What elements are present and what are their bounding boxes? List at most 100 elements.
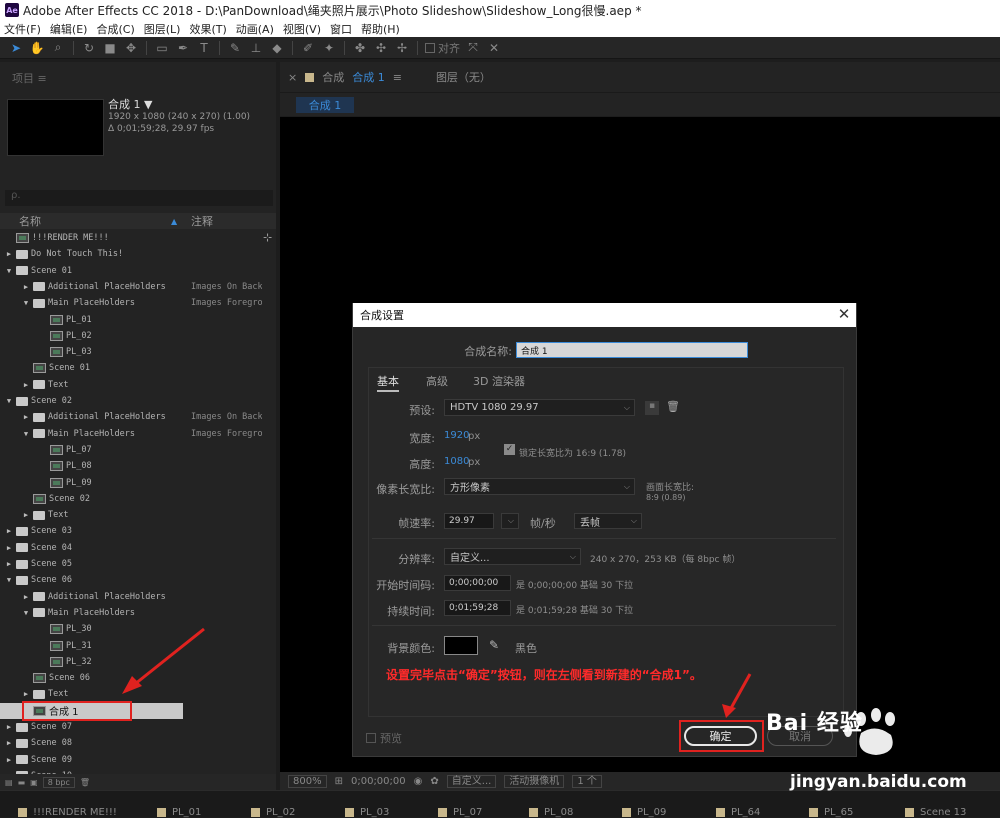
comp-row[interactable]: PL_01: [0, 312, 262, 328]
expand-down-icon[interactable]: ▼: [5, 397, 13, 405]
views-dropdown[interactable]: 1 个: [572, 774, 602, 788]
zoom-dropdown[interactable]: 800%: [288, 774, 327, 788]
snap-toggle[interactable]: 对齐: [425, 40, 460, 56]
timeline-tab[interactable]: !!!RENDER ME!!!: [18, 807, 117, 818]
timeline-tab[interactable]: PL_02: [251, 807, 295, 818]
expand-right-icon[interactable]: ▶: [5, 250, 13, 258]
timeline-tab[interactable]: PL_64: [716, 807, 760, 818]
expand-down-icon[interactable]: ▼: [22, 299, 30, 307]
snapshot-icon[interactable]: ◉: [414, 776, 423, 787]
folder-row[interactable]: ▶ Scene 08: [0, 735, 262, 751]
comp-row[interactable]: !!!RENDER ME!!!: [0, 230, 262, 246]
folder-row[interactable]: ▼ Main PlaceHolders: [0, 605, 262, 621]
panel-menu-icon[interactable]: ≡: [393, 71, 402, 84]
brush-tool-icon[interactable]: ✎: [227, 40, 243, 56]
new-folder-icon[interactable]: ▬: [18, 778, 26, 787]
anchor-tool-icon[interactable]: ✥: [123, 40, 139, 56]
panel-menu-icon[interactable]: ≡: [38, 72, 47, 85]
tab-3d-renderer[interactable]: 3D 渲染器: [473, 373, 525, 389]
menu-item-8[interactable]: 帮助(H): [361, 21, 400, 37]
menu-item-3[interactable]: 图层(L): [144, 21, 181, 37]
resolution-dropdown[interactable]: 自定义... ⌵: [444, 548, 581, 565]
close-icon[interactable]: ✕: [836, 305, 852, 323]
preset-dropdown[interactable]: HDTV 1080 29.97 ⌵: [444, 399, 635, 416]
expand-right-icon[interactable]: ▶: [5, 527, 13, 535]
folder-row[interactable]: ▶ Text: [0, 507, 262, 523]
folder-row[interactable]: ▼ Main PlaceHolders Images Foregrou: [0, 426, 262, 442]
folder-row[interactable]: ▶ Text: [0, 377, 262, 393]
eraser-tool-icon[interactable]: ◆: [269, 40, 285, 56]
comp-row[interactable]: PL_02: [0, 328, 262, 344]
axis-local-icon[interactable]: ✤: [352, 40, 368, 56]
column-name[interactable]: 名称: [19, 213, 171, 229]
expand-right-icon[interactable]: ▶: [22, 511, 30, 519]
comp-row[interactable]: Scene 02: [0, 491, 262, 507]
preview-checkbox[interactable]: [366, 733, 376, 743]
sort-asc-icon[interactable]: ▲: [171, 217, 189, 226]
folder-row[interactable]: ▶ Scene 03: [0, 523, 262, 539]
expand-right-icon[interactable]: ▶: [5, 544, 13, 552]
fps-dropdown[interactable]: ⌵: [501, 513, 519, 529]
folder-row[interactable]: ▶ Scene 07: [0, 719, 262, 735]
expand-right-icon[interactable]: ▶: [5, 756, 13, 764]
start-timecode-input[interactable]: 0;00;00;00: [444, 575, 511, 591]
fit-icon[interactable]: ⊞: [335, 776, 343, 787]
folder-row[interactable]: ▼ Scene 01: [0, 263, 262, 279]
expand-right-icon[interactable]: ▶: [5, 739, 13, 747]
fps-input[interactable]: 29.97: [444, 513, 494, 529]
expand-right-icon[interactable]: ▶: [5, 560, 13, 568]
drop-frame-dropdown[interactable]: 丢帧 ⌵: [574, 513, 642, 529]
tab-advanced[interactable]: 高级: [426, 373, 448, 389]
menu-item-4[interactable]: 效果(T): [189, 21, 226, 37]
resolution-dropdown[interactable]: 自定义...: [446, 774, 497, 788]
comp-name-input[interactable]: 合成 1: [516, 342, 748, 358]
camera-dropdown[interactable]: 活动摄像机: [504, 774, 565, 788]
expand-down-icon[interactable]: ▼: [5, 267, 13, 275]
folder-row[interactable]: ▶ Scene 04: [0, 540, 262, 556]
timeline-tab[interactable]: PL_09: [622, 807, 666, 818]
height-value[interactable]: 1080: [444, 456, 469, 467]
expand-down-icon[interactable]: ▼: [22, 430, 30, 438]
clone-tool-icon[interactable]: ⊥: [248, 40, 264, 56]
comp-row[interactable]: PL_08: [0, 458, 262, 474]
menu-item-7[interactable]: 窗口: [330, 21, 352, 37]
folder-row[interactable]: ▶ Additional PlaceHolders: [0, 589, 262, 605]
hand-tool-icon[interactable]: ✋: [29, 40, 45, 56]
comp-row[interactable]: PL_07: [0, 442, 262, 458]
viewer-tab-comp[interactable]: 合成 1: [352, 69, 385, 85]
timeline-tab[interactable]: PL_03: [345, 807, 389, 818]
dropdown-arrow-icon[interactable]: ▼: [144, 98, 152, 111]
new-comp-icon[interactable]: ▣: [30, 778, 38, 787]
menu-item-5[interactable]: 动画(A): [236, 21, 274, 37]
ok-button[interactable]: 确定: [684, 726, 757, 746]
expand-right-icon[interactable]: ▶: [22, 381, 30, 389]
folder-row[interactable]: ▼ Main PlaceHolders Images Foregrou: [0, 295, 262, 311]
timeline-tab[interactable]: PL_65: [809, 807, 853, 818]
menu-item-6[interactable]: 视图(V): [283, 21, 321, 37]
rotate-tool-icon[interactable]: ↻: [81, 40, 97, 56]
preview-toggle[interactable]: 预览: [366, 730, 402, 746]
folder-row[interactable]: ▶ Scene 05: [0, 556, 262, 572]
column-note[interactable]: 注释: [191, 213, 213, 229]
timeline-tab[interactable]: Scene 13: [905, 807, 966, 818]
timeline-tab[interactable]: PL_08: [529, 807, 573, 818]
flowchart-icon[interactable]: ⊹: [263, 231, 272, 244]
expand-right-icon[interactable]: ▶: [22, 283, 30, 291]
type-tool-icon[interactable]: T: [196, 40, 212, 56]
project-tab[interactable]: 项目 ≡: [12, 70, 47, 86]
bit-depth-button[interactable]: 8 bpc: [42, 776, 75, 788]
layer-tab[interactable]: 图层（无）: [436, 69, 491, 85]
lock-aspect-checkbox[interactable]: ✓: [504, 444, 515, 455]
color-icon[interactable]: ✿: [430, 776, 438, 787]
tab-basic[interactable]: 基本: [377, 373, 399, 392]
save-preset-icon[interactable]: ▪: [645, 401, 659, 415]
delete-preset-icon[interactable]: 🗑: [666, 400, 680, 413]
axis-view-icon[interactable]: ✢: [394, 40, 410, 56]
eyedropper-icon[interactable]: ✎: [489, 638, 499, 652]
selection-tool-icon[interactable]: ➤: [8, 40, 24, 56]
zoom-tool-icon[interactable]: ⌕: [50, 40, 66, 56]
folder-row[interactable]: ▶ Additional PlaceHolders Images On Backgr: [0, 279, 262, 295]
folder-row[interactable]: ▶ Scene 09: [0, 752, 262, 768]
expand-right-icon[interactable]: ▶: [22, 413, 30, 421]
width-value[interactable]: 1920: [444, 430, 469, 441]
